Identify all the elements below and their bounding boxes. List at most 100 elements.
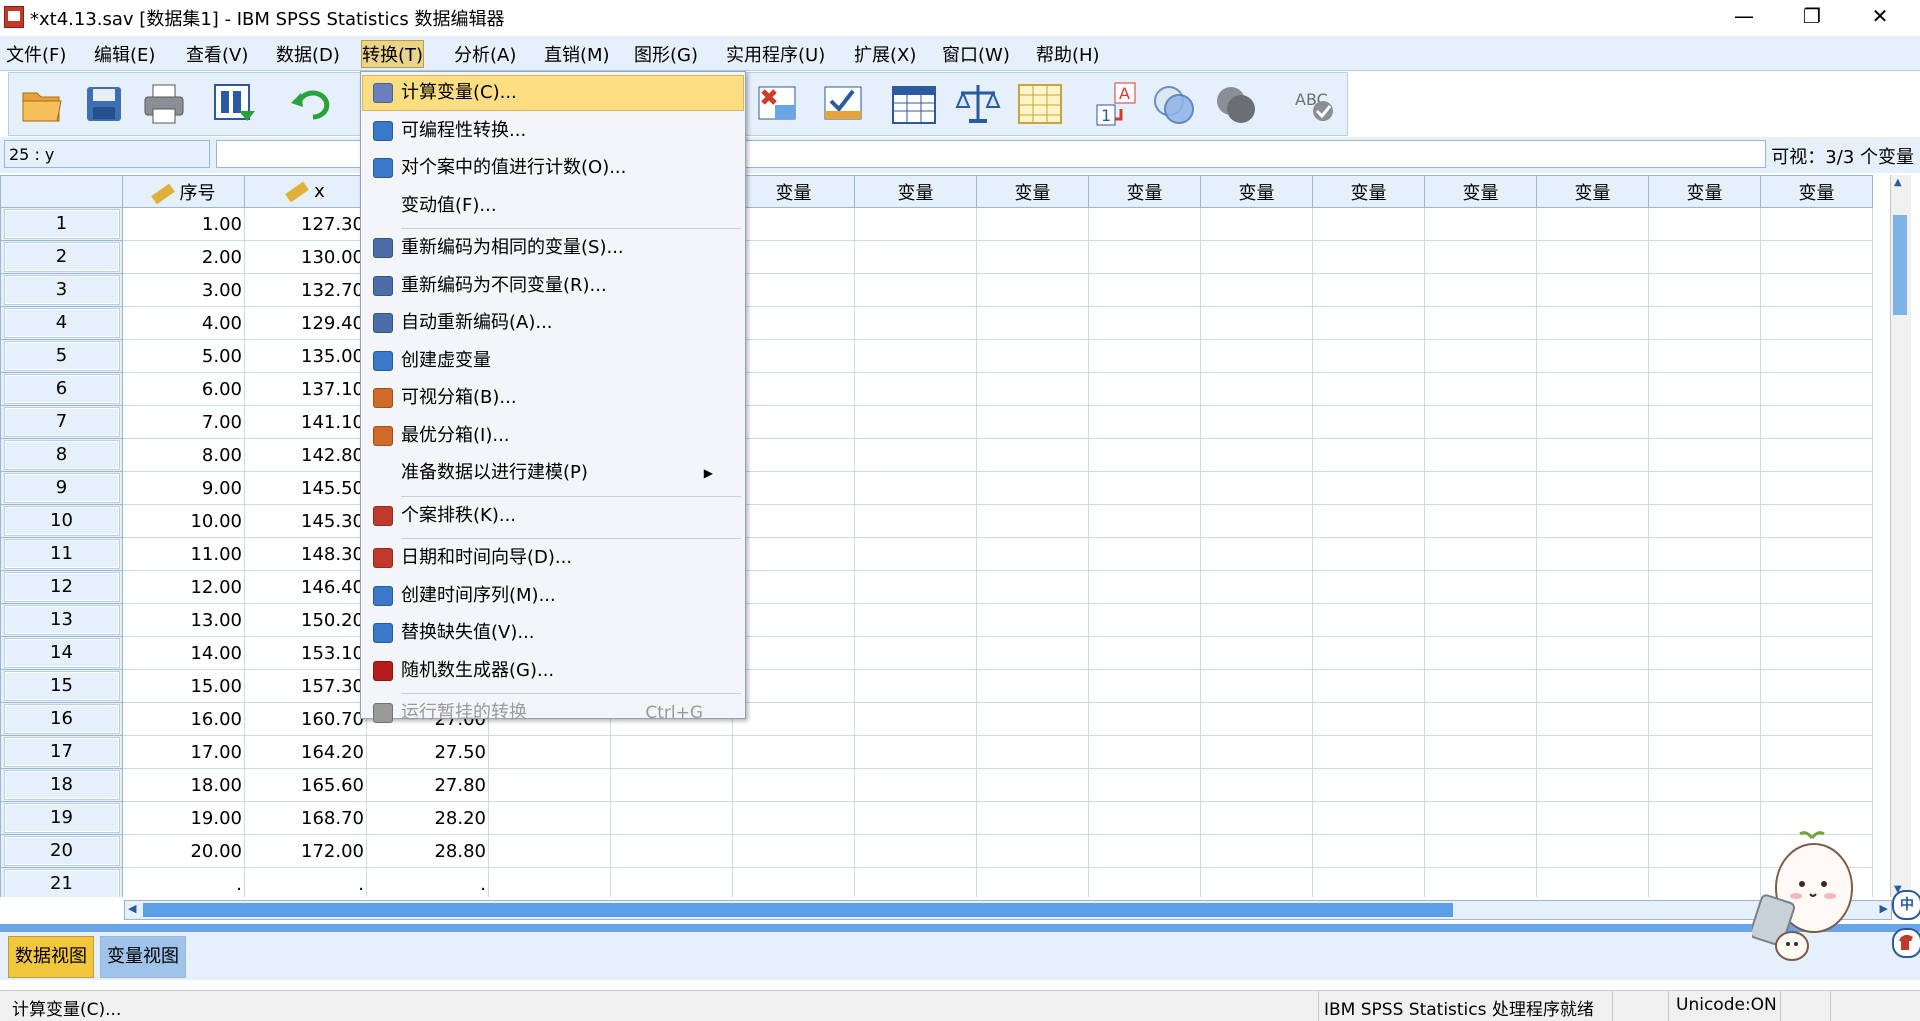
undo-icon[interactable]: [289, 81, 335, 127]
close-button[interactable]: ✕: [1852, 0, 1908, 34]
empty-cell[interactable]: [976, 768, 1089, 802]
empty-cell[interactable]: [1200, 768, 1313, 802]
empty-cell[interactable]: [1536, 207, 1649, 241]
empty-cell[interactable]: [854, 438, 977, 472]
row-header[interactable]: 9: [0, 471, 123, 505]
menu-analyze[interactable]: 分析(A): [454, 41, 516, 67]
data-cell[interactable]: 11.00: [122, 537, 245, 571]
empty-cell[interactable]: [1760, 207, 1873, 241]
empty-cell[interactable]: [1200, 405, 1313, 439]
empty-cell[interactable]: [854, 372, 977, 406]
empty-cell[interactable]: [1424, 570, 1537, 604]
horizontal-scroll-thumb[interactable]: [143, 903, 1453, 917]
empty-cell[interactable]: [1424, 405, 1537, 439]
empty-cell[interactable]: [1200, 306, 1313, 340]
empty-cell[interactable]: [1760, 603, 1873, 637]
empty-cell[interactable]: [976, 471, 1089, 505]
transform-menu-item[interactable]: 可视分箱(B)...: [363, 381, 743, 415]
data-cell[interactable]: 2.00: [122, 240, 245, 274]
empty-cell[interactable]: [732, 801, 855, 835]
empty-cell[interactable]: [1648, 438, 1761, 472]
empty-cell[interactable]: [1312, 339, 1425, 373]
data-cell[interactable]: 10.00: [122, 504, 245, 538]
empty-cell[interactable]: [1760, 471, 1873, 505]
empty-cell[interactable]: [976, 570, 1089, 604]
column-header[interactable]: 变量: [1088, 175, 1201, 208]
empty-cell[interactable]: [1312, 405, 1425, 439]
empty-cell[interactable]: [976, 405, 1089, 439]
empty-cell[interactable]: [1536, 405, 1649, 439]
empty-cell[interactable]: [1648, 669, 1761, 703]
empty-cell[interactable]: [1760, 735, 1873, 769]
empty-cell[interactable]: [1536, 702, 1649, 736]
empty-cell[interactable]: [732, 537, 855, 571]
empty-cell[interactable]: [1424, 735, 1537, 769]
empty-cell[interactable]: [610, 735, 733, 769]
row-header[interactable]: 6: [0, 372, 123, 406]
data-cell[interactable]: 16.00: [122, 702, 245, 736]
empty-cell[interactable]: [1536, 339, 1649, 373]
empty-cell[interactable]: [1760, 240, 1873, 274]
data-cell[interactable]: 4.00: [122, 306, 245, 340]
row-header[interactable]: 12: [0, 570, 123, 604]
data-cell[interactable]: 142.80: [244, 438, 367, 472]
empty-cell[interactable]: [1536, 669, 1649, 703]
data-cell[interactable]: 165.60: [244, 768, 367, 802]
empty-cell[interactable]: [854, 636, 977, 670]
empty-cell[interactable]: [1200, 702, 1313, 736]
empty-cell[interactable]: [1648, 504, 1761, 538]
empty-cell[interactable]: [732, 669, 855, 703]
empty-cell[interactable]: [1088, 669, 1201, 703]
empty-cell[interactable]: [1760, 405, 1873, 439]
data-cell[interactable]: .: [122, 867, 245, 897]
row-header[interactable]: 21: [0, 867, 123, 897]
data-cell[interactable]: 164.20: [244, 735, 367, 769]
empty-cell[interactable]: [976, 801, 1089, 835]
data-cell[interactable]: 129.40: [244, 306, 367, 340]
value-labels-grid-icon[interactable]: [891, 81, 937, 127]
restore-button[interactable]: ❐: [1784, 0, 1840, 34]
empty-cell[interactable]: [732, 768, 855, 802]
data-cell[interactable]: 141.10: [244, 405, 367, 439]
transform-menu-item[interactable]: 可编程性转换...: [363, 114, 743, 148]
empty-cell[interactable]: [1536, 768, 1649, 802]
empty-cell[interactable]: [854, 240, 977, 274]
empty-cell[interactable]: [1424, 240, 1537, 274]
row-header[interactable]: 11: [0, 537, 123, 571]
empty-cell[interactable]: [1312, 471, 1425, 505]
menu-transform[interactable]: 转换(T): [360, 40, 425, 68]
tab-variable-view[interactable]: 变量视图: [100, 936, 186, 978]
empty-cell[interactable]: [1312, 570, 1425, 604]
vertical-scrollbar[interactable]: ▲ ▼: [1890, 175, 1911, 897]
empty-cell[interactable]: [1200, 570, 1313, 604]
data-cell[interactable]: 137.10: [244, 372, 367, 406]
empty-cell[interactable]: [976, 372, 1089, 406]
data-cell[interactable]: 145.50: [244, 471, 367, 505]
empty-cell[interactable]: [610, 768, 733, 802]
empty-cell[interactable]: [1088, 438, 1201, 472]
empty-cell[interactable]: [1536, 504, 1649, 538]
empty-cell[interactable]: [1312, 273, 1425, 307]
row-header[interactable]: 2: [0, 240, 123, 274]
empty-cell[interactable]: [976, 603, 1089, 637]
data-cell[interactable]: 8.00: [122, 438, 245, 472]
data-cell[interactable]: 27.50: [366, 735, 489, 769]
empty-cell[interactable]: [1536, 636, 1649, 670]
empty-cell[interactable]: [732, 405, 855, 439]
data-table-icon[interactable]: [1017, 81, 1063, 127]
horizontal-scrollbar[interactable]: ◀ ▶: [124, 900, 1892, 920]
empty-cell[interactable]: [976, 240, 1089, 274]
transform-menu-item[interactable]: 对个案中的值进行计数(O)...: [363, 151, 743, 185]
scroll-up-arrow[interactable]: ▲: [1894, 177, 1902, 188]
empty-cell[interactable]: [732, 207, 855, 241]
weight-cases-icon[interactable]: [755, 81, 801, 127]
column-header[interactable]: 变量: [1536, 175, 1649, 208]
empty-cell[interactable]: [1312, 372, 1425, 406]
empty-cell[interactable]: [1424, 372, 1537, 406]
tab-data-view[interactable]: 数据视图: [8, 936, 94, 978]
empty-cell[interactable]: [1760, 768, 1873, 802]
empty-cell[interactable]: [1648, 339, 1761, 373]
empty-cell[interactable]: [1424, 669, 1537, 703]
empty-cell[interactable]: [1200, 669, 1313, 703]
value-labels-icon[interactable]: A1: [1093, 81, 1139, 127]
